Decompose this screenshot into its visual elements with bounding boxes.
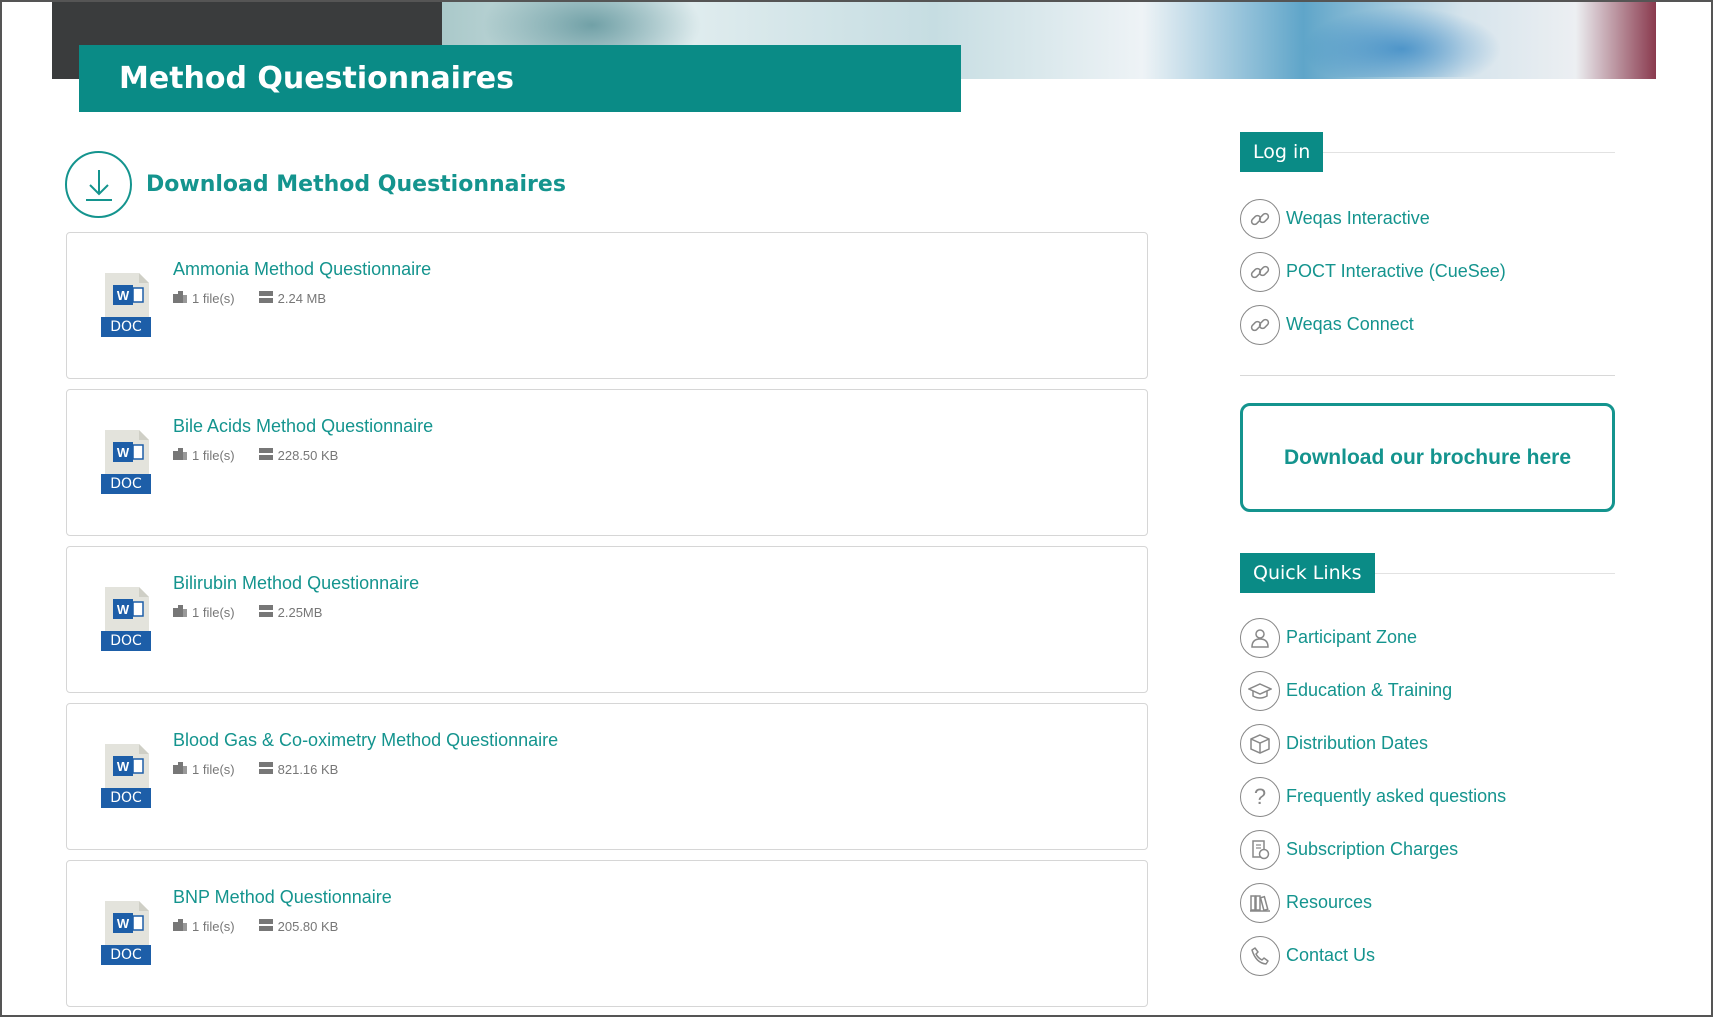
file-size: 205.80 KB xyxy=(277,919,339,934)
size-icon xyxy=(258,291,273,306)
sidebar-link-label: POCT Interactive (CueSee) xyxy=(1286,261,1506,281)
size-icon xyxy=(258,605,273,620)
files-icon xyxy=(173,605,187,620)
box-icon xyxy=(1240,723,1280,764)
link-icon xyxy=(1240,198,1280,239)
size-icon xyxy=(258,448,273,463)
file-count: 1 file(s) xyxy=(192,919,235,934)
document-meta: 1 file(s) 821.16 KB xyxy=(173,762,338,777)
question-icon: ? xyxy=(1240,776,1280,817)
download-brochure-button[interactable]: Download our brochure here xyxy=(1240,403,1615,512)
document-meta: 1 file(s) 2.24 MB xyxy=(173,291,326,306)
word-doc-icon[interactable]: W DOC xyxy=(101,585,153,651)
link-icon xyxy=(1240,304,1280,345)
files-icon xyxy=(173,762,187,777)
login-link-poct-interactive[interactable]: POCT Interactive (CueSee) xyxy=(1240,245,1615,298)
quick-link-subscription-charges[interactable]: Subscription Charges xyxy=(1240,823,1615,876)
section-header: Download Method Questionnaires xyxy=(65,151,566,218)
document-card: W DOC Bilirubin Method Questionnaire 1 f… xyxy=(66,546,1148,693)
document-list: W DOC Ammonia Method Questionnaire 1 fil… xyxy=(66,232,1148,1017)
size-icon xyxy=(258,762,273,777)
document-link[interactable]: Blood Gas & Co-oximetry Method Questionn… xyxy=(173,730,558,751)
svg-text:W: W xyxy=(117,759,130,774)
document-link[interactable]: Bilirubin Method Questionnaire xyxy=(173,573,419,594)
document-meta: 1 file(s) 2.25MB xyxy=(173,605,322,620)
document-card: W DOC Ammonia Method Questionnaire 1 fil… xyxy=(66,232,1148,379)
login-link-weqas-connect[interactable]: Weqas Connect xyxy=(1240,298,1615,351)
sidebar-link-label: Contact Us xyxy=(1286,945,1376,965)
word-doc-icon[interactable]: W DOC xyxy=(101,742,153,808)
word-doc-icon[interactable]: W DOC xyxy=(101,428,153,494)
doc-badge: DOC xyxy=(110,633,142,649)
section-title: Download Method Questionnaires xyxy=(146,172,566,197)
quick-links: Participant Zone Education & Training Di… xyxy=(1240,611,1615,982)
quick-link-contact-us[interactable]: Contact Us xyxy=(1240,929,1615,982)
document-link[interactable]: Bile Acids Method Questionnaire xyxy=(173,416,433,437)
word-doc-icon[interactable]: W DOC xyxy=(101,271,153,337)
quick-link-resources[interactable]: Resources xyxy=(1240,876,1615,929)
svg-text:W: W xyxy=(117,445,130,460)
file-size: 821.16 KB xyxy=(277,762,339,777)
graduation-cap-icon xyxy=(1240,670,1280,711)
sidebar-link-label: Distribution Dates xyxy=(1286,733,1429,753)
login-header: Log in xyxy=(1240,130,1615,174)
quick-link-faq[interactable]: ? Frequently asked questions xyxy=(1240,770,1615,823)
books-icon xyxy=(1240,882,1280,923)
document-card: W DOC Blood Gas & Co-oximetry Method Que… xyxy=(66,703,1148,850)
document-link[interactable]: Ammonia Method Questionnaire xyxy=(173,259,431,280)
size-icon xyxy=(258,919,273,934)
document-card: W DOC BNP Method Questionnaire 1 file(s)… xyxy=(66,860,1148,1007)
link-icon xyxy=(1240,251,1280,292)
sidebar-link-label: Frequently asked questions xyxy=(1286,786,1507,806)
sidebar-link-label: Education & Training xyxy=(1286,680,1453,700)
sidebar-link-label: Weqas Connect xyxy=(1286,314,1414,334)
sidebar-divider xyxy=(1240,375,1615,376)
file-count: 1 file(s) xyxy=(192,762,235,777)
sidebar: Log in Weqas Interactive POCT Interactiv… xyxy=(1240,130,1615,982)
file-size: 2.25MB xyxy=(277,605,323,620)
user-icon xyxy=(1240,617,1280,658)
sidebar-link-label: Resources xyxy=(1286,892,1373,912)
svg-text:W: W xyxy=(117,288,130,303)
doc-badge: DOC xyxy=(110,319,142,335)
svg-text:W: W xyxy=(117,602,130,617)
file-count: 1 file(s) xyxy=(192,448,235,463)
login-heading: Log in xyxy=(1240,132,1324,172)
files-icon xyxy=(173,919,187,934)
file-count: 1 file(s) xyxy=(192,291,235,306)
quick-link-participant-zone[interactable]: Participant Zone xyxy=(1240,611,1615,664)
files-icon xyxy=(173,448,187,463)
phone-icon xyxy=(1240,935,1280,976)
sidebar-link-label: Weqas Interactive xyxy=(1286,208,1430,228)
doc-badge: DOC xyxy=(110,947,142,963)
document-link[interactable]: BNP Method Questionnaire xyxy=(173,887,392,908)
login-link-weqas-interactive[interactable]: Weqas Interactive xyxy=(1240,192,1615,245)
svg-text:W: W xyxy=(117,916,130,931)
file-size: 228.50 KB xyxy=(277,448,339,463)
file-size: 2.24 MB xyxy=(277,291,327,306)
document-card: W DOC Bile Acids Method Questionnaire 1 … xyxy=(66,389,1148,536)
quick-link-distribution-dates[interactable]: Distribution Dates xyxy=(1240,717,1615,770)
quick-link-education-training[interactable]: Education & Training xyxy=(1240,664,1615,717)
file-count: 1 file(s) xyxy=(192,605,235,620)
doc-badge: DOC xyxy=(110,790,142,806)
word-doc-icon[interactable]: W DOC xyxy=(101,899,153,965)
doc-badge: DOC xyxy=(110,476,142,492)
receipt-icon xyxy=(1240,829,1280,870)
page-title: Method Questionnaires xyxy=(79,45,961,112)
sidebar-link-label: Subscription Charges xyxy=(1286,839,1459,859)
quick-links-header: Quick Links xyxy=(1240,551,1615,595)
login-links: Weqas Interactive POCT Interactive (CueS… xyxy=(1240,192,1615,351)
quick-links-heading: Quick Links xyxy=(1240,553,1375,593)
download-icon xyxy=(65,151,132,218)
files-icon xyxy=(173,291,187,306)
document-meta: 1 file(s) 228.50 KB xyxy=(173,448,338,463)
document-meta: 1 file(s) 205.80 KB xyxy=(173,919,338,934)
sidebar-link-label: Participant Zone xyxy=(1286,627,1418,647)
